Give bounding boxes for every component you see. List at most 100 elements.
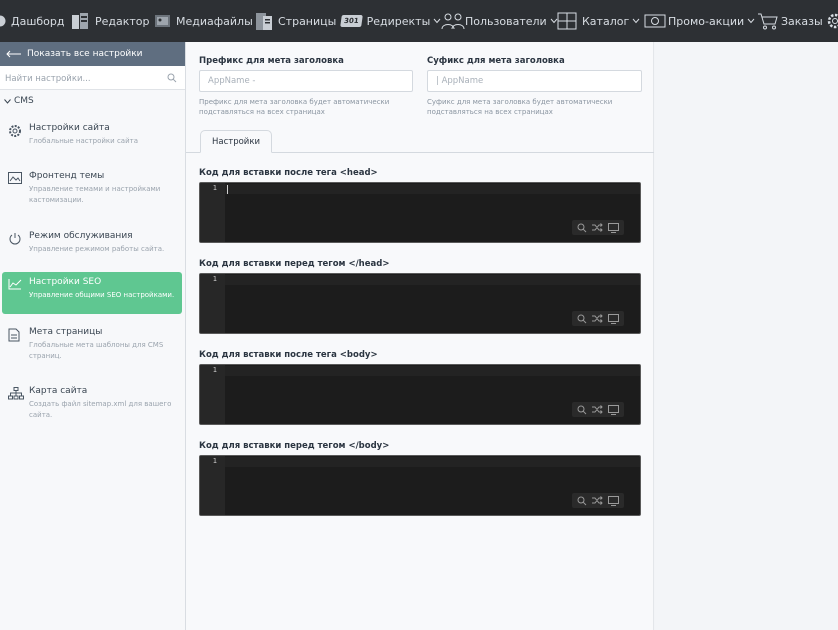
chart-line-icon: [8, 279, 22, 290]
code-editor-head-after[interactable]: 1: [199, 182, 641, 243]
nav-label: Редактор: [95, 14, 150, 28]
code-label-body-after: Код для вставки после тега <body>: [199, 350, 378, 360]
code-editor-head-before[interactable]: 1: [199, 273, 641, 334]
search-icon[interactable]: [577, 405, 587, 415]
image-icon: [8, 172, 22, 184]
nav-orders[interactable]: Заказы: [757, 0, 823, 42]
code-editor-body-before[interactable]: 1: [199, 455, 641, 516]
code-label-head-before: Код для вставки перед тегом </head>: [199, 259, 390, 269]
nav-catalog[interactable]: Каталог: [557, 0, 640, 42]
chevron-down-icon: [632, 18, 640, 24]
search-icon[interactable]: [167, 73, 177, 83]
editor-icon: [72, 13, 88, 29]
sidebar-item-frontend-theme[interactable]: Фронтенд темы Управление темами и настро…: [2, 166, 182, 226]
fullscreen-icon[interactable]: [607, 495, 619, 506]
seo-settings-form: Префикс для мета заголовка Префикс для м…: [186, 42, 654, 630]
editor-gutter: 1: [200, 365, 225, 424]
search-icon[interactable]: [577, 314, 587, 324]
sidebar-item-title: Карта сайта: [29, 386, 88, 396]
line-number: 1: [212, 184, 217, 192]
sidebar-item-title: Настройки SEO: [29, 277, 102, 287]
shuffle-icon[interactable]: [591, 314, 603, 323]
sidebar-item-desc: Глобальные настройки сайта: [29, 137, 138, 145]
code-editor-body-after[interactable]: 1: [199, 364, 641, 425]
power-icon: [9, 233, 21, 245]
suffix-input[interactable]: [427, 70, 642, 92]
settings-search-input[interactable]: [0, 67, 185, 91]
shuffle-icon[interactable]: [591, 405, 603, 414]
users-icon: [441, 13, 465, 30]
editor-gutter: 1: [200, 456, 225, 515]
right-panel: [655, 42, 838, 630]
gear-icon: [9, 125, 21, 137]
sidebar-item-title: Режим обслуживания: [29, 231, 133, 241]
shuffle-icon[interactable]: [591, 496, 603, 505]
back-label: Показать все настройки: [27, 49, 143, 59]
media-icon: [155, 15, 170, 27]
nav-redirects[interactable]: 301 Редиректы: [340, 0, 441, 42]
prefix-input[interactable]: [199, 70, 413, 92]
line-number: 1: [212, 275, 217, 283]
nav-media[interactable]: Медиафайлы: [154, 0, 253, 42]
sidebar-item-page-meta[interactable]: Мета страницы Глобальные мета шаблоны дл…: [2, 322, 182, 378]
nav-label: Страницы: [278, 14, 337, 28]
nav-label: Дашборд: [11, 14, 65, 28]
tab-settings[interactable]: Настройки: [200, 130, 272, 153]
nav-label: Редиректы: [366, 14, 431, 28]
pages-icon: [256, 12, 272, 30]
group-cms[interactable]: CMS: [0, 90, 185, 112]
nav-pages[interactable]: Страницы: [255, 0, 336, 42]
sidebar-item-desc: Управление общими SEO настройками.: [29, 291, 175, 299]
text-cursor: [227, 185, 228, 194]
shuffle-icon[interactable]: [591, 223, 603, 232]
sidebar-item-title: Настройки сайта: [29, 123, 110, 133]
active-line: [225, 457, 640, 467]
prefix-label: Префикс для мета заголовка: [199, 56, 344, 66]
nav-label: Каталог: [582, 14, 630, 28]
fullscreen-icon[interactable]: [607, 222, 619, 233]
nav-users[interactable]: Пользователи: [441, 0, 558, 42]
search-icon[interactable]: [577, 223, 587, 233]
editor-toolbar: [572, 311, 624, 326]
sidebar-item-title: Мета страницы: [29, 327, 103, 337]
nav-label: Медиафайлы: [176, 14, 253, 28]
arrow-left-icon: [6, 50, 21, 58]
dashboard-icon: [0, 15, 6, 27]
sidebar-item-title: Фронтенд темы: [29, 171, 105, 181]
sidebar-item-desc: Глобальные мета шаблоны для CMS страниц.: [29, 341, 164, 360]
show-all-settings-button[interactable]: Показать все настройки: [0, 42, 185, 66]
sidebar-item-desc: Создать файл sitemap.xml для вашего сайт…: [29, 400, 172, 419]
nav-label: Промо-акции: [668, 14, 745, 28]
editor-toolbar: [572, 220, 624, 235]
search-icon[interactable]: [577, 496, 587, 506]
sidebar-item-seo-settings[interactable]: Настройки SEO Управление общими SEO наст…: [2, 272, 182, 314]
active-line: [225, 366, 640, 376]
sitemap-icon: [8, 387, 24, 400]
active-line: [225, 275, 640, 285]
fullscreen-icon[interactable]: [607, 313, 619, 324]
top-navigation: Дашборд Редактор Медиафайлы Страницы 301…: [0, 0, 838, 42]
sidebar-item-maintenance[interactable]: Режим обслуживания Управление режимом ра…: [2, 226, 182, 272]
sidebar-item-sitemap[interactable]: Карта сайта Создать файл sitemap.xml для…: [2, 381, 182, 437]
nav-label: Пользователи: [465, 14, 547, 28]
editor-gutter: 1: [200, 183, 225, 242]
active-line: [225, 184, 640, 194]
editor-toolbar: [572, 493, 624, 508]
editor-gutter: 1: [200, 274, 225, 333]
settings-sidebar: Показать все настройки CMS Настройки сай…: [0, 42, 186, 630]
fullscreen-icon[interactable]: [607, 404, 619, 415]
promo-icon: [644, 14, 666, 28]
cart-icon: [758, 13, 778, 30]
line-number: 1: [212, 457, 217, 465]
settings-search: [0, 66, 185, 91]
suffix-label: Суфикс для мета заголовка: [427, 56, 565, 66]
nav-settings[interactable]: [826, 0, 838, 42]
sidebar-item-site-settings[interactable]: Настройки сайта Глобальные настройки сай…: [2, 118, 182, 166]
chevron-down-icon: [747, 18, 755, 24]
nav-editor[interactable]: Редактор: [71, 0, 150, 42]
code-label-body-before: Код для вставки перед тегом </body>: [199, 441, 390, 451]
redirects-icon: 301: [340, 15, 363, 27]
nav-dashboard[interactable]: Дашборд: [0, 0, 65, 42]
line-number: 1: [212, 366, 217, 374]
nav-promo[interactable]: Промо-акции: [644, 0, 755, 42]
